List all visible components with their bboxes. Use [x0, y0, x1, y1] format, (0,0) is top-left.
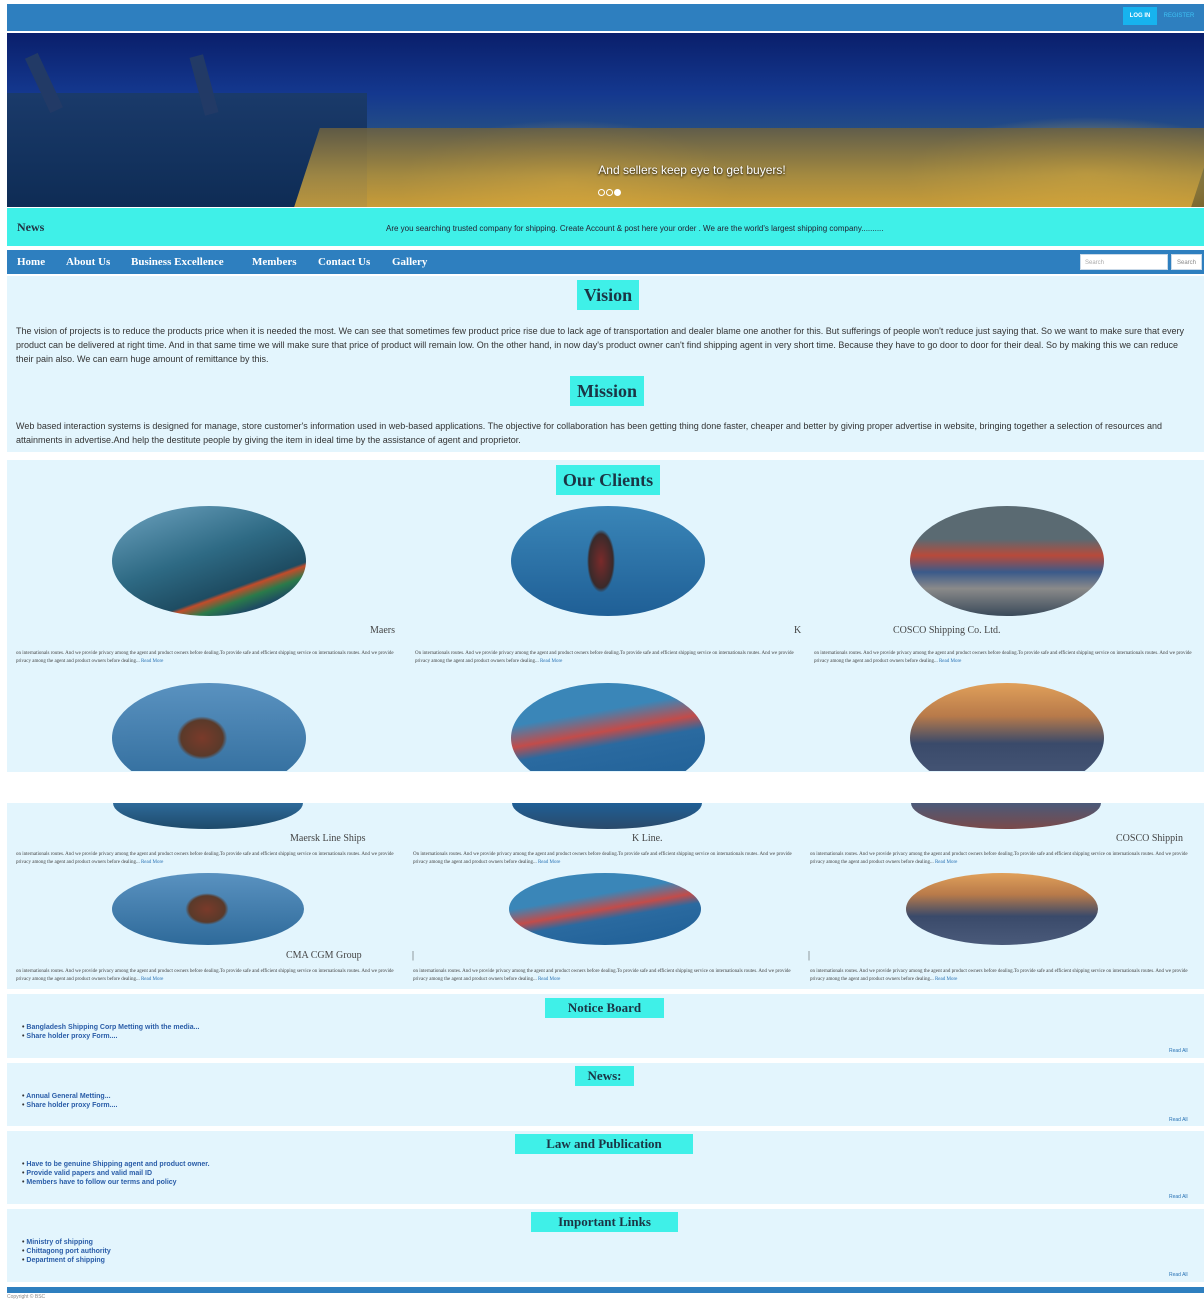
important-link[interactable]: Chittagong port authority	[22, 1248, 110, 1255]
client-description: on internationals routes. And we provide…	[814, 651, 1192, 664]
hero-caption: And sellers keep eye to get buyers!	[598, 163, 786, 177]
clients-heading: Our Clients	[556, 465, 660, 495]
client-image[interactable]	[511, 683, 705, 771]
client-description: on internationals routes. And we provide…	[16, 852, 394, 865]
law-item[interactable]: Have to be genuine Shipping agent and pr…	[22, 1161, 209, 1168]
client-name: |	[808, 950, 811, 961]
notice-board-list: Bangladesh Shipping Corp Metting with th…	[22, 1024, 199, 1040]
nav-about-us[interactable]: About Us	[66, 256, 110, 268]
carousel-dot-active[interactable]	[614, 189, 621, 196]
carousel-dot[interactable]	[598, 189, 605, 196]
read-more-link[interactable]: Read More	[939, 659, 961, 664]
hero-carousel	[7, 33, 1204, 207]
client-name: |	[412, 950, 415, 961]
news-item[interactable]: Annual General Metting...	[22, 1093, 117, 1100]
client-description: on internationals routes. And we provide…	[810, 969, 1188, 982]
read-more-link[interactable]: Read More	[538, 860, 560, 865]
client-description: On internationals routes. And we provide…	[413, 852, 792, 865]
client-name: COSCO Shippin	[1116, 833, 1183, 844]
client-name: K	[794, 625, 802, 636]
law-item[interactable]: Members have to follow our terms and pol…	[22, 1179, 210, 1186]
news-list: Annual General Metting... Share holder p…	[22, 1093, 117, 1109]
links-heading: Important Links	[531, 1212, 678, 1232]
client-image[interactable]	[910, 506, 1104, 616]
news-heading: News:	[575, 1066, 634, 1086]
client-name: Maersk Line Ships	[290, 833, 366, 844]
nav-business-excellence[interactable]: Business Excellence	[131, 256, 224, 268]
client-image[interactable]	[112, 683, 306, 771]
notice-board-heading: Notice Board	[545, 998, 664, 1018]
news-item[interactable]: Share holder proxy Form....	[22, 1102, 117, 1109]
client-image[interactable]	[112, 506, 306, 616]
client-image[interactable]	[509, 873, 701, 945]
client-name: CMA CGM Group	[286, 950, 362, 961]
law-list: Have to be genuine Shipping agent and pr…	[22, 1161, 210, 1186]
read-more-link[interactable]: Read More	[141, 659, 163, 664]
client-description: on internationals routes. And we provide…	[413, 969, 791, 982]
news-ticker-text: Are you searching trusted company for sh…	[386, 224, 884, 233]
carousel-indicators	[598, 183, 622, 196]
top-bar	[7, 4, 1204, 31]
read-more-link[interactable]: Read More	[141, 977, 163, 982]
vision-text: The vision of projects is to reduce the …	[16, 326, 1185, 364]
important-link[interactable]: Department of shipping	[22, 1257, 111, 1264]
notice-item[interactable]: Share holder proxy Form....	[22, 1033, 199, 1040]
nav-contact-us[interactable]: Contact Us	[318, 256, 370, 268]
client-image[interactable]	[511, 506, 705, 616]
search-button[interactable]: Search	[1171, 254, 1202, 270]
client-description: on internationals routes. And we provide…	[16, 969, 394, 982]
read-all-link[interactable]: Read All	[1169, 1117, 1188, 1123]
client-name: K Line.	[632, 833, 663, 844]
client-name: COSCO Shipping Co. Ltd.	[893, 625, 1001, 636]
law-item[interactable]: Provide valid papers and valid mail ID	[22, 1170, 210, 1177]
read-all-link[interactable]: Read All	[1169, 1194, 1188, 1200]
copyright-text: Copyright © BSC	[7, 1294, 46, 1300]
read-all-link[interactable]: Read All	[1169, 1272, 1188, 1278]
nav-home[interactable]: Home	[17, 256, 45, 268]
carousel-dot[interactable]	[606, 189, 613, 196]
notice-item[interactable]: Bangladesh Shipping Corp Metting with th…	[22, 1024, 199, 1031]
read-more-link[interactable]: Read More	[935, 860, 957, 865]
nav-members[interactable]: Members	[252, 256, 297, 268]
client-image[interactable]	[906, 873, 1098, 945]
law-heading: Law and Publication	[515, 1134, 693, 1154]
news-ticker-label: News	[17, 220, 45, 234]
read-more-link[interactable]: Read More	[141, 860, 163, 865]
client-name: Maers	[370, 625, 395, 636]
read-more-link[interactable]: Read More	[935, 977, 957, 982]
read-more-link[interactable]: Read More	[540, 659, 562, 664]
client-image[interactable]	[112, 873, 304, 945]
mission-text: Web based interaction systems is designe…	[16, 421, 1163, 445]
client-description: on internationals routes. And we provide…	[16, 651, 394, 664]
important-link[interactable]: Ministry of shipping	[22, 1239, 111, 1246]
mission-heading: Mission	[570, 376, 644, 406]
client-description: on internationals routes. And we provide…	[810, 852, 1188, 865]
search-input[interactable]: Search	[1080, 254, 1168, 270]
nav-gallery[interactable]: Gallery	[392, 256, 427, 268]
client-description: On internationals routes. And we provide…	[415, 651, 794, 664]
register-link[interactable]: REGISTER	[1159, 7, 1199, 25]
footer-bar	[7, 1287, 1204, 1293]
read-all-link[interactable]: Read All	[1169, 1048, 1188, 1054]
links-list: Ministry of shipping Chittagong port aut…	[22, 1239, 111, 1264]
client-image[interactable]	[910, 683, 1104, 771]
login-button[interactable]: LOG IN	[1123, 7, 1157, 25]
read-more-link[interactable]: Read More	[538, 977, 560, 982]
vision-heading: Vision	[577, 280, 639, 310]
